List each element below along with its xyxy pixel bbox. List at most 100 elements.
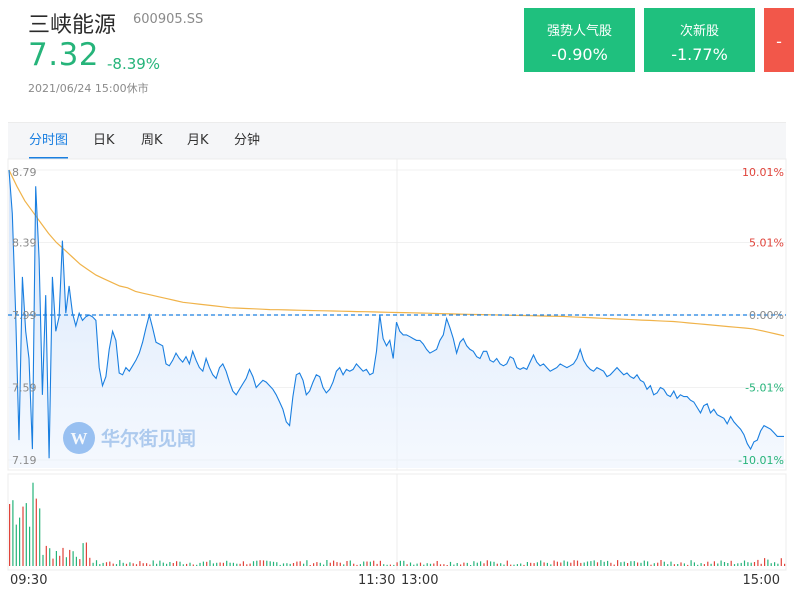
- volume-bar: [490, 561, 492, 566]
- volume-bar: [169, 562, 171, 566]
- volume-bar: [226, 560, 228, 566]
- volume-bar: [757, 559, 759, 566]
- y-tick-left: 8.79: [12, 166, 37, 179]
- volume-bar: [286, 563, 288, 566]
- volume-bar: [119, 560, 121, 566]
- volume-bar: [32, 482, 34, 566]
- volume-bar: [343, 564, 345, 566]
- volume-bar: [784, 563, 786, 566]
- volume-bar: [753, 562, 756, 566]
- volume-bar: [212, 563, 214, 566]
- volume-bar: [673, 564, 675, 566]
- volume-bar: [717, 563, 719, 566]
- volume-bar: [189, 562, 191, 566]
- volume-bar: [647, 561, 649, 566]
- volume-bar: [132, 563, 134, 566]
- volume-bar: [262, 560, 265, 566]
- volume-bar: [15, 524, 17, 566]
- volume-bar: [396, 562, 398, 566]
- volume-bar: [677, 564, 679, 566]
- volume-bar: [476, 562, 478, 566]
- volume-bar: [336, 562, 338, 566]
- volume-bar: [423, 564, 425, 566]
- volume-bar: [389, 564, 391, 566]
- volume-bar: [346, 561, 348, 566]
- volume-bar: [176, 561, 178, 566]
- volume-bar: [560, 562, 562, 566]
- volume-bar: [282, 563, 285, 566]
- volume-bar: [356, 564, 358, 566]
- volume-bar: [55, 551, 57, 566]
- volume-bar: [206, 561, 208, 566]
- volume-bar: [409, 562, 412, 566]
- volume-bar: [433, 563, 435, 566]
- volume-bar: [92, 562, 94, 566]
- volume-bar: [740, 562, 742, 566]
- volume-bar: [276, 562, 278, 566]
- volume-bar: [179, 561, 181, 566]
- volume-bar: [209, 560, 211, 566]
- volume-bar: [643, 560, 645, 566]
- volume-bar: [633, 561, 635, 566]
- volume-bar: [386, 564, 388, 566]
- volume-bar: [122, 562, 124, 566]
- volume-bar: [590, 561, 592, 566]
- volume-bar: [650, 564, 652, 566]
- volume-bar: [780, 558, 782, 566]
- volume-bar: [727, 563, 729, 566]
- watermark-text: 华尔街见闻: [101, 427, 196, 450]
- volume-bar: [192, 564, 194, 566]
- volume-bar: [760, 563, 762, 566]
- volume-bar: [105, 562, 108, 566]
- y-tick-right: 0.00%: [749, 309, 784, 322]
- volume-bar: [79, 559, 81, 566]
- volume-bar: [419, 562, 422, 566]
- volume-bar: [135, 564, 138, 566]
- volume-bar: [256, 560, 258, 566]
- volume-bar: [236, 563, 238, 566]
- volume-bar: [289, 563, 291, 566]
- volume-bar: [383, 564, 385, 566]
- volume-bar: [770, 563, 772, 566]
- volume-bar: [620, 562, 622, 566]
- volume-bar: [146, 563, 148, 566]
- volume-bar: [326, 560, 328, 566]
- volume-bar: [329, 562, 331, 566]
- volume-bar: [720, 560, 722, 566]
- y-tick-left: 7.59: [12, 382, 37, 395]
- volume-bar: [279, 564, 281, 566]
- volume-bar: [550, 564, 552, 566]
- volume-bar: [125, 563, 128, 566]
- y-tick-left: 7.19: [12, 454, 37, 467]
- volume-bar: [670, 561, 672, 566]
- volume-bar: [115, 564, 118, 566]
- y-tick-right: 10.01%: [742, 166, 784, 179]
- y-tick-left: 7.99: [12, 309, 37, 322]
- volume-bar: [35, 498, 37, 566]
- volume-bar: [596, 562, 599, 566]
- volume-bar: [460, 564, 462, 566]
- volume-bar: [9, 504, 11, 566]
- volume-bar: [112, 563, 114, 566]
- volume-bar: [566, 561, 569, 566]
- volume-bar: [172, 563, 174, 566]
- volume-bar: [777, 563, 779, 566]
- volume-bar: [49, 548, 51, 566]
- volume-bar: [142, 563, 144, 566]
- volume-bar: [713, 561, 715, 566]
- volume-bar: [162, 562, 164, 566]
- volume-bar: [376, 563, 378, 566]
- volume-bar: [703, 564, 705, 566]
- volume-bar: [232, 562, 234, 566]
- volume-bar: [653, 563, 655, 566]
- volume-bar: [470, 565, 472, 566]
- y-tick-right: -10.01%: [738, 454, 784, 467]
- volume-bar: [52, 558, 54, 566]
- y-tick-right: -5.01%: [745, 382, 784, 395]
- intraday-chart[interactable]: 8.79 10.01% 8.39 5.01% 7.99 0.00% 7.59 -5.01% 7.…: [0, 0, 794, 596]
- volume-bar: [229, 562, 231, 566]
- volume-bar: [637, 562, 639, 566]
- volume-bar: [737, 563, 739, 566]
- volume-bar: [466, 562, 468, 566]
- volume-bar: [252, 561, 255, 566]
